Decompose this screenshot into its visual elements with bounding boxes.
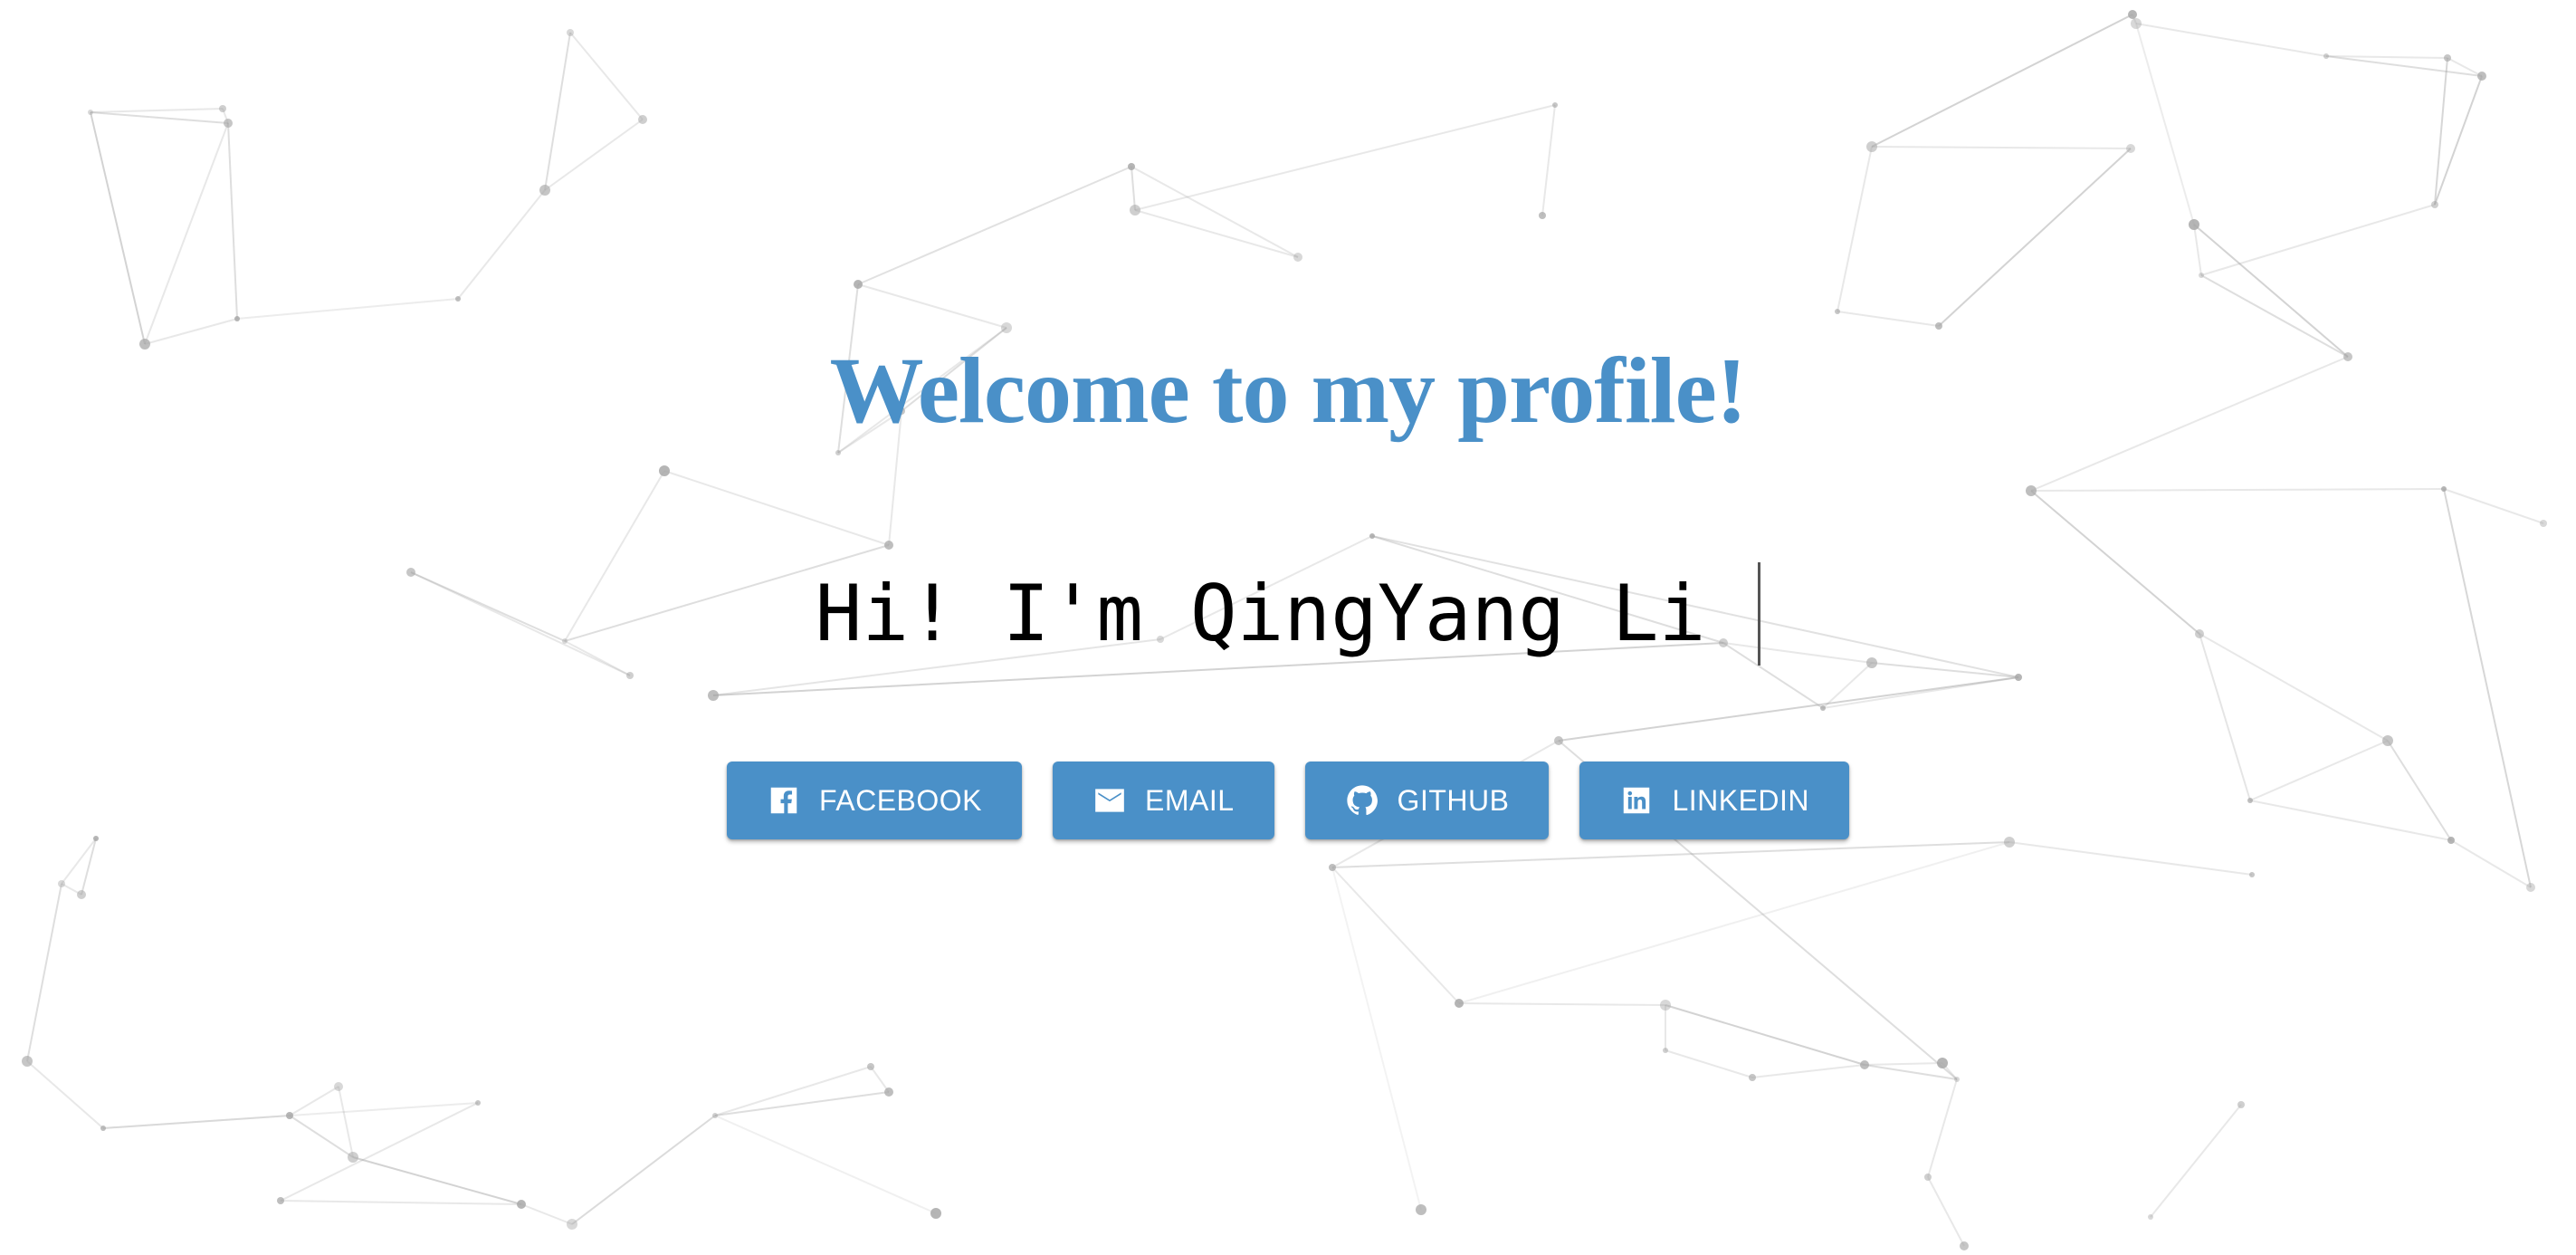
linkedin-button[interactable]: LINKEDIN — [1579, 762, 1850, 839]
facebook-button-label: FACEBOOK — [818, 783, 983, 817]
profile-page: Welcome to my profile! Hi! I'm QingYang … — [0, 0, 2576, 1255]
linkedin-button-label: LINKEDIN — [1672, 783, 1810, 817]
typing-cursor — [1758, 561, 1761, 666]
page-title: Welcome to my profile! — [829, 339, 1748, 443]
facebook-button[interactable]: FACEBOOK — [726, 762, 1023, 839]
typed-intro: Hi! I'm QingYang Li — [0, 554, 2576, 668]
hero-section: Welcome to my profile! Hi! I'm QingYang … — [0, 0, 2576, 1255]
github-icon — [1345, 783, 1379, 818]
github-button[interactable]: GITHUB — [1304, 762, 1550, 839]
typed-intro-text: Hi! I'm QingYang Li — [815, 568, 1706, 659]
github-button-label: GITHUB — [1397, 783, 1510, 817]
email-button-label: EMAIL — [1145, 783, 1235, 817]
facebook-icon — [767, 783, 801, 818]
email-icon — [1092, 783, 1127, 818]
linkedin-icon — [1619, 783, 1654, 818]
social-buttons: FACEBOOK EMAIL GITHUB LINKEDIN — [0, 762, 2576, 839]
email-button[interactable]: EMAIL — [1053, 762, 1274, 839]
